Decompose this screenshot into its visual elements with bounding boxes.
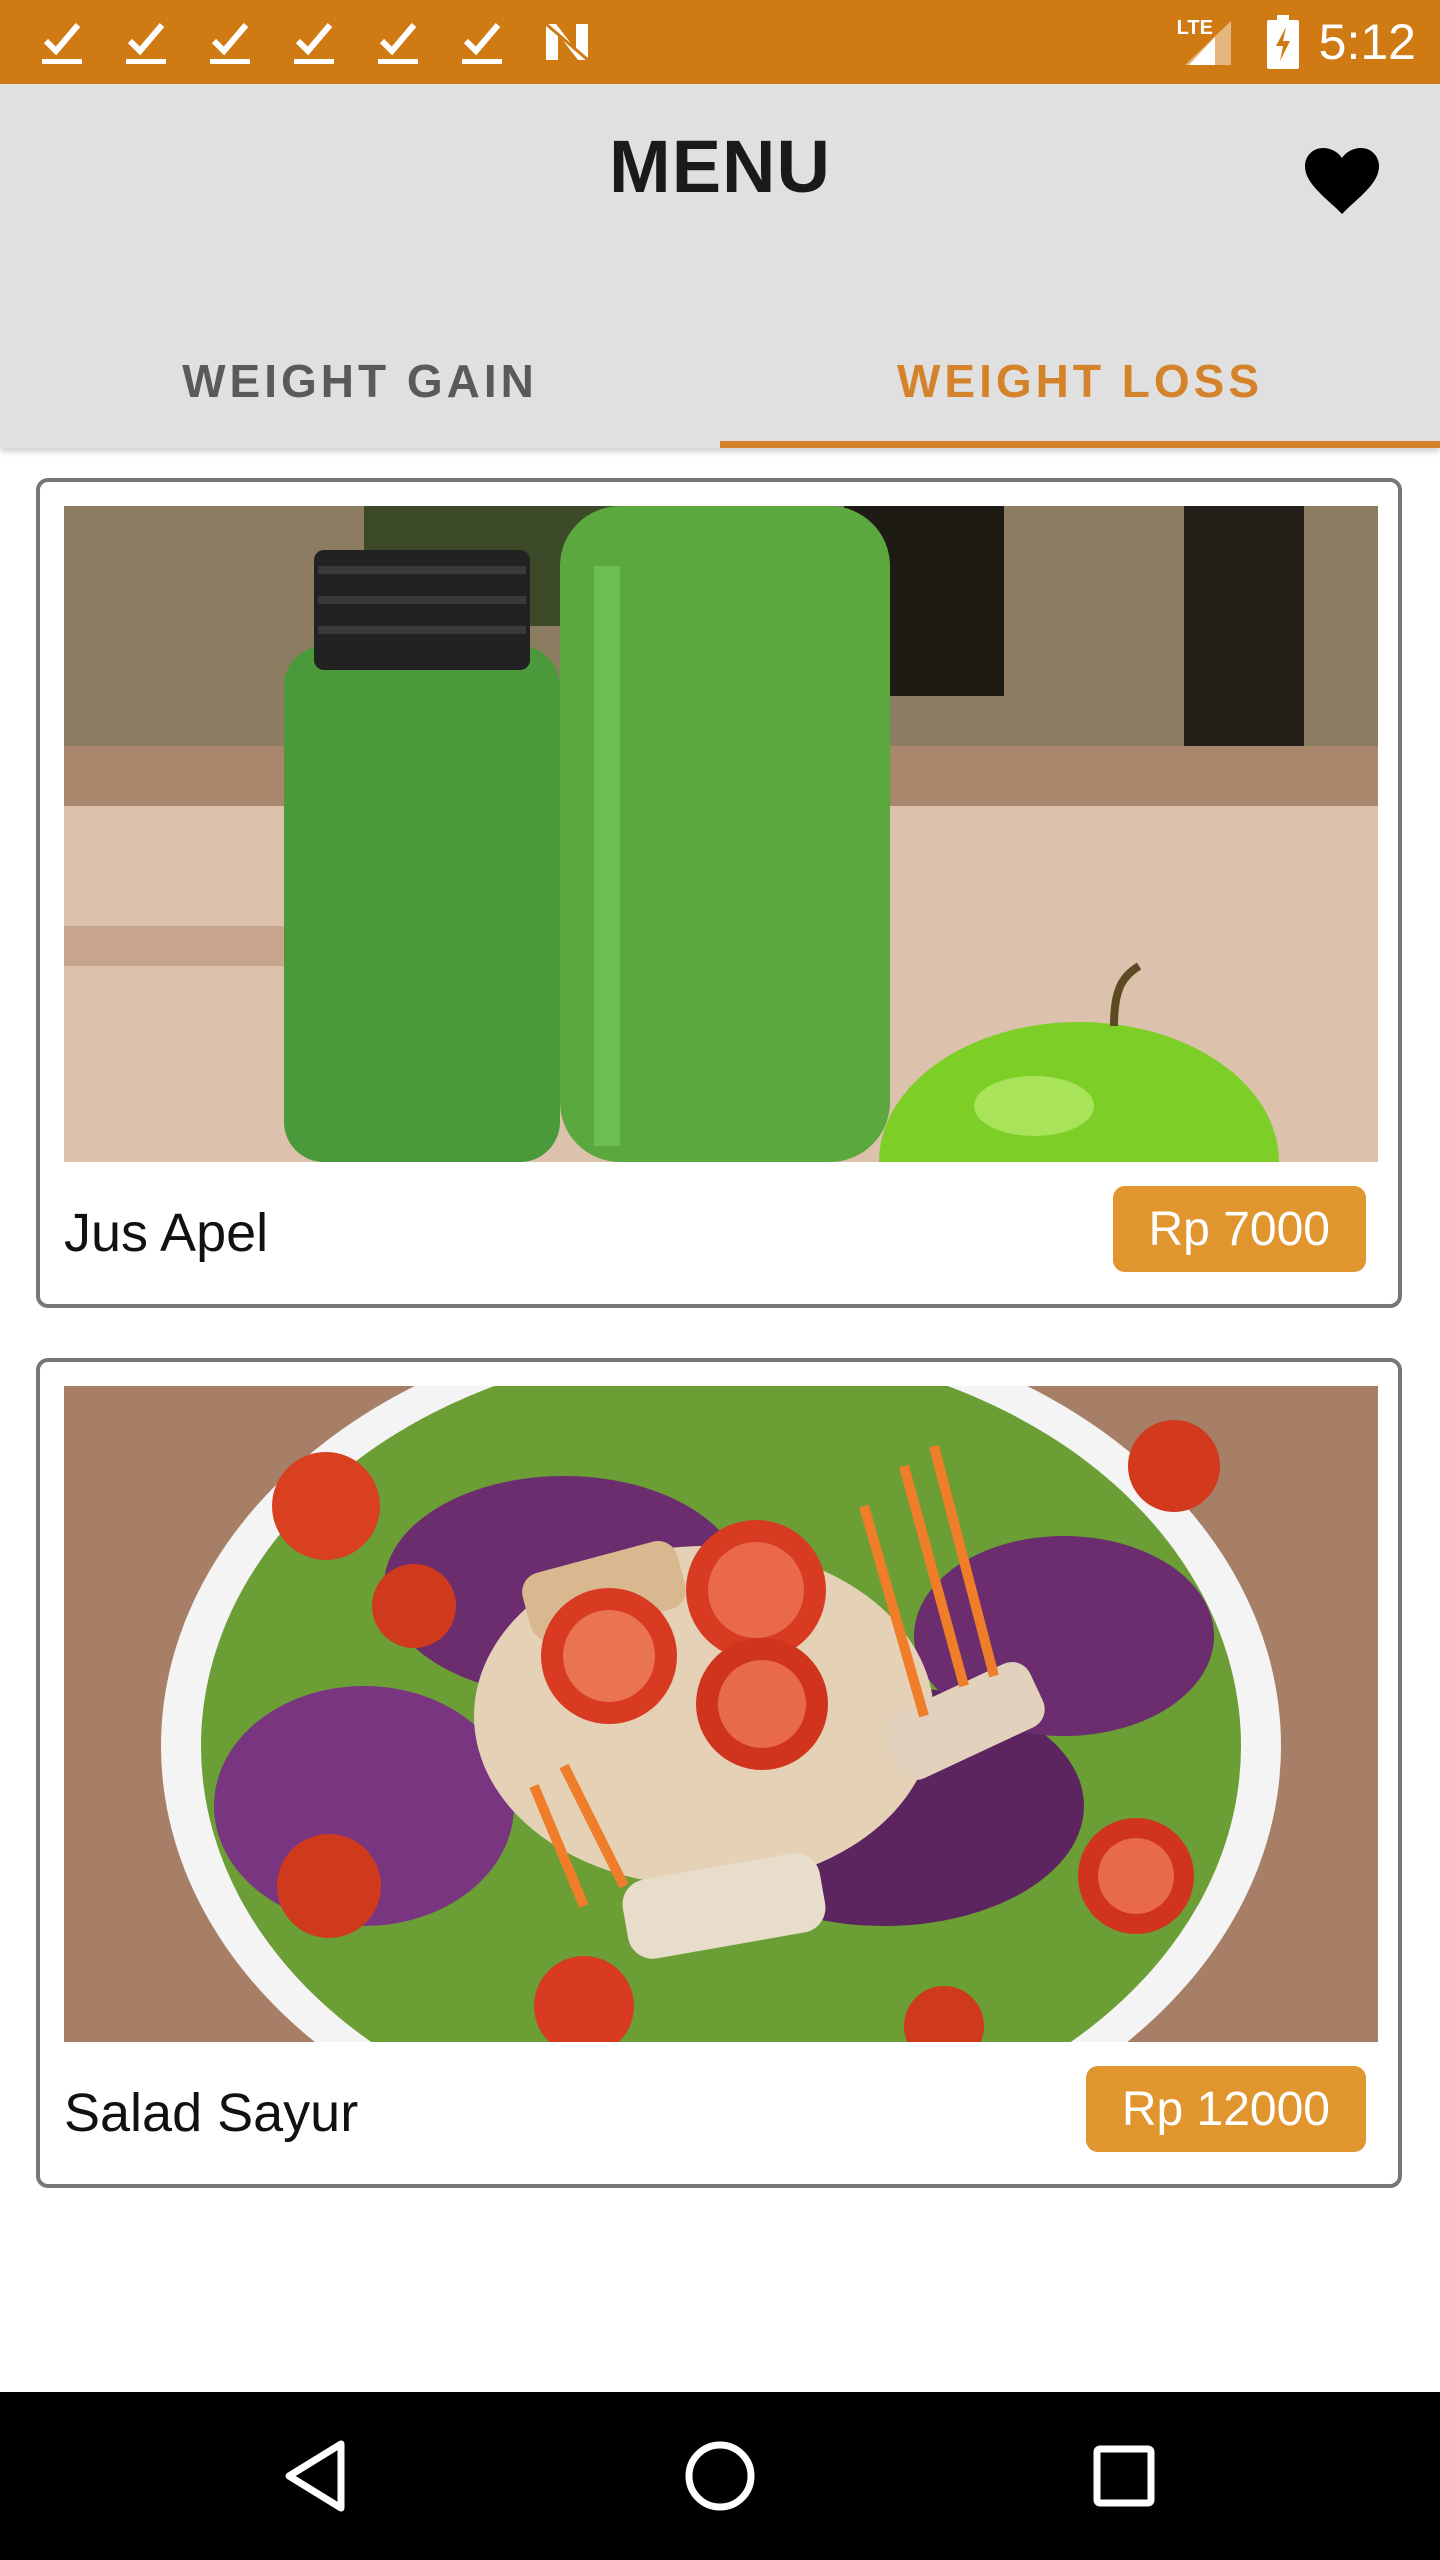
status-right: LTE 5:12 xyxy=(1175,0,1416,84)
check-icon xyxy=(374,14,424,70)
check-icon xyxy=(290,14,340,70)
back-triangle-icon xyxy=(285,2440,345,2512)
battery-icon xyxy=(1266,15,1299,69)
heart-icon xyxy=(1305,148,1379,214)
tab-weight-loss[interactable]: WEIGHT LOSS xyxy=(720,314,1440,448)
recents-square-icon xyxy=(1093,2445,1155,2507)
lte-signal-icon: LTE xyxy=(1175,17,1233,67)
price-badge: Rp 12000 xyxy=(1085,2066,1366,2152)
navigation-bar xyxy=(0,2392,1440,2560)
back-button[interactable] xyxy=(266,2426,366,2526)
check-icon xyxy=(458,14,508,70)
menu-item-image xyxy=(64,1386,1378,2042)
menu-card[interactable]: Jus Apel Rp 7000 xyxy=(36,478,1402,1308)
price-badge: Rp 7000 xyxy=(1112,1186,1366,1272)
check-icon xyxy=(206,14,256,70)
n-logo-icon xyxy=(542,14,592,70)
notification-icons xyxy=(38,14,626,70)
menu-card[interactable]: Salad Sayur Rp 12000 xyxy=(36,1358,1402,2188)
app-bar: MENU WEIGHT GAIN WEIGHT LOSS xyxy=(0,84,1440,448)
tab-bar: WEIGHT GAIN WEIGHT LOSS xyxy=(0,314,1440,448)
check-icon xyxy=(38,14,88,70)
status-bar: LTE 5:12 xyxy=(0,0,1440,84)
recents-button[interactable] xyxy=(1074,2426,1174,2526)
page-title: MENU xyxy=(609,125,831,208)
home-button[interactable] xyxy=(670,2426,770,2526)
tab-weight-gain[interactable]: WEIGHT GAIN xyxy=(0,314,720,448)
menu-item-name: Jus Apel xyxy=(64,1203,269,1263)
menu-item-name: Salad Sayur xyxy=(64,2083,359,2143)
home-circle-icon xyxy=(685,2441,755,2511)
status-time: 5:12 xyxy=(1318,14,1416,70)
favorites-button[interactable] xyxy=(1300,140,1384,224)
check-icon xyxy=(122,14,172,70)
menu-item-image xyxy=(64,506,1378,1162)
